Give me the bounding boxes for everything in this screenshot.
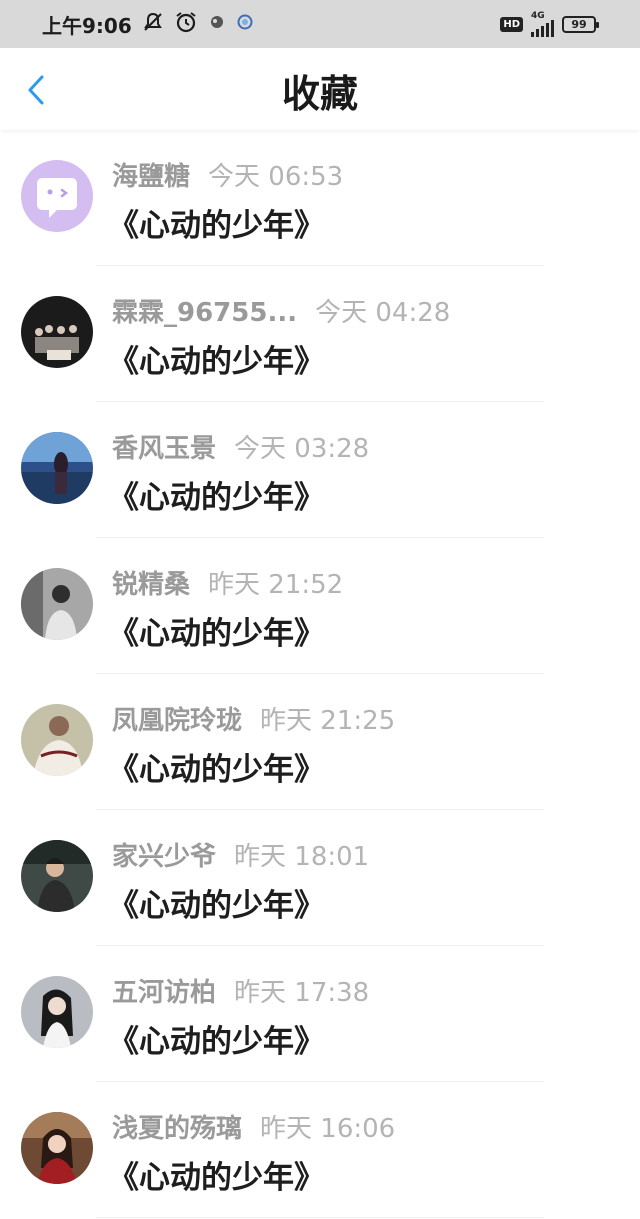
list-item[interactable]: 家兴少爷 昨天 18:01 《心动的少年》 [0, 810, 640, 946]
battery-level: 99 [571, 17, 587, 31]
username[interactable]: 锐精桑 [112, 564, 190, 601]
avatar[interactable] [21, 296, 93, 368]
list-item[interactable]: 凤凰院玲珑 昨天 21:25 《心动的少年》 [0, 674, 640, 810]
item-meta: 浅夏的殇璃 昨天 16:06 [112, 1108, 395, 1145]
status-right: HD 4G 99 [500, 10, 599, 37]
alarm-icon [174, 10, 198, 39]
app-header: 收藏 [0, 48, 640, 130]
timestamp: 昨天 18:01 [234, 842, 370, 872]
item-title[interactable]: 《心动的少年》 [108, 1016, 325, 1061]
timestamp: 昨天 21:52 [208, 570, 344, 600]
timestamp: 今天 06:53 [208, 162, 344, 192]
timestamp: 昨天 16:06 [260, 1114, 396, 1144]
avatar[interactable] [21, 432, 93, 504]
avatar[interactable] [21, 704, 93, 776]
browser-notification-icon [236, 12, 254, 36]
network-type-label: 4G [531, 10, 545, 21]
username[interactable]: 浅夏的殇璃 [112, 1108, 242, 1145]
item-meta: 家兴少爷 昨天 18:01 [112, 836, 369, 873]
username[interactable]: 五河访柏 [112, 972, 216, 1009]
avatar[interactable] [21, 1112, 93, 1184]
item-meta: 海鹽糖 今天 06:53 [112, 156, 343, 193]
battery-icon: 99 [562, 15, 599, 33]
item-meta: 五河访柏 昨天 17:38 [112, 972, 369, 1009]
page-title: 收藏 [281, 72, 358, 116]
username[interactable]: 家兴少爷 [112, 836, 216, 873]
status-bar: 上午9:06 HD 4G 99 [0, 0, 640, 48]
list-item[interactable]: 海鹽糖 今天 06:53 《心动的少年》 [0, 130, 640, 266]
list-item[interactable]: 香风玉景 今天 03:28 《心动的少年》 [0, 402, 640, 538]
timestamp: 昨天 21:25 [260, 706, 396, 736]
favorites-list: 海鹽糖 今天 06:53 《心动的少年》 霖霖_96755... 今天 04:2… [0, 130, 640, 1218]
username[interactable]: 凤凰院玲珑 [112, 700, 242, 737]
status-left: 上午9:06 [42, 10, 254, 39]
status-time: 上午9:06 [42, 13, 132, 38]
item-meta: 霖霖_96755... 今天 04:28 [112, 292, 450, 329]
timestamp: 昨天 17:38 [234, 978, 370, 1008]
item-title[interactable]: 《心动的少年》 [108, 1152, 325, 1197]
avatar[interactable] [21, 160, 93, 232]
list-item[interactable]: 锐精桑 昨天 21:52 《心动的少年》 [0, 538, 640, 674]
avatar[interactable] [21, 568, 93, 640]
item-title[interactable]: 《心动的少年》 [108, 336, 325, 381]
divider [96, 1217, 544, 1218]
timestamp: 今天 03:28 [234, 434, 370, 464]
list-item[interactable]: 五河访柏 昨天 17:38 《心动的少年》 [0, 946, 640, 1082]
item-title[interactable]: 《心动的少年》 [108, 608, 325, 653]
timestamp: 今天 04:28 [315, 298, 451, 328]
mute-icon [142, 11, 164, 38]
item-meta: 凤凰院玲珑 昨天 21:25 [112, 700, 395, 737]
username[interactable]: 海鹽糖 [112, 156, 190, 193]
item-title[interactable]: 《心动的少年》 [108, 472, 325, 517]
item-title[interactable]: 《心动的少年》 [108, 200, 325, 245]
username[interactable]: 霖霖_96755... [112, 292, 297, 329]
favorites-screen: 上午9:06 HD 4G 99 收藏 海鹽糖 今天 06:53 《心动的少年》 … [0, 0, 640, 1219]
cell-signal-icon: 4G [531, 10, 554, 37]
hd-badge: HD [500, 16, 523, 32]
avatar[interactable] [21, 976, 93, 1048]
username[interactable]: 香风玉景 [112, 428, 216, 465]
item-title[interactable]: 《心动的少年》 [108, 744, 325, 789]
item-meta: 香风玉景 今天 03:28 [112, 428, 369, 465]
list-item[interactable]: 浅夏的殇璃 昨天 16:06 《心动的少年》 [0, 1082, 640, 1218]
item-meta: 锐精桑 昨天 21:52 [112, 564, 343, 601]
avatar[interactable] [21, 840, 93, 912]
item-title[interactable]: 《心动的少年》 [108, 880, 325, 925]
list-item[interactable]: 霖霖_96755... 今天 04:28 《心动的少年》 [0, 266, 640, 402]
app-notification-icon [208, 12, 226, 36]
